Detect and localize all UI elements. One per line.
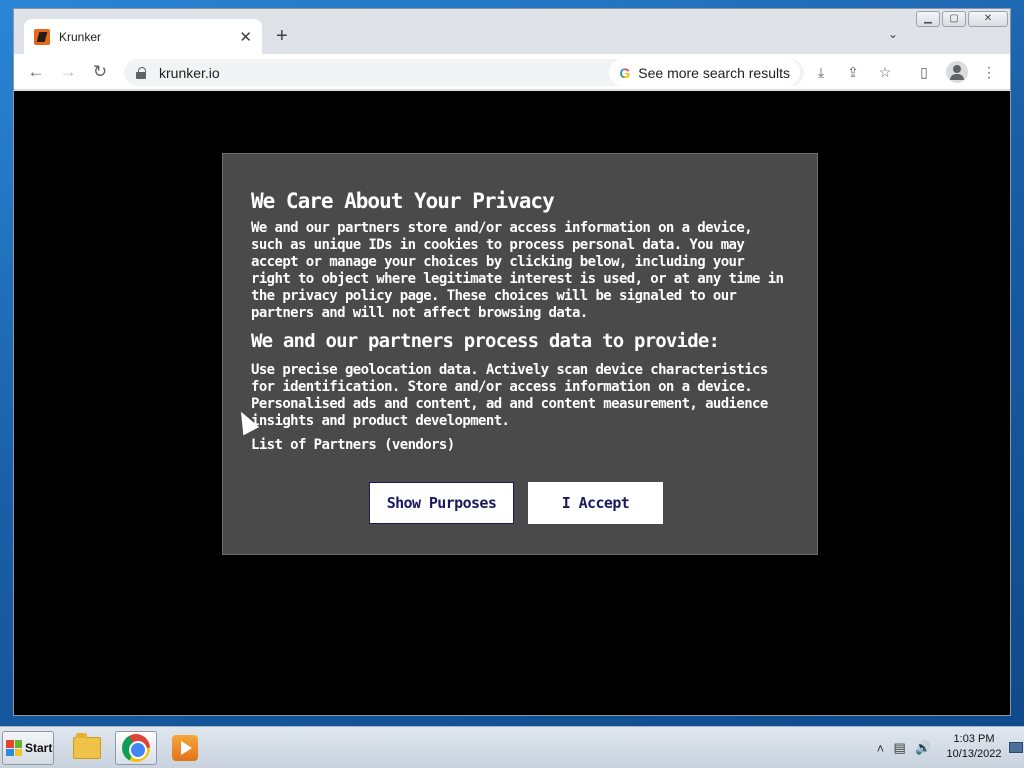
volume-icon[interactable]: 🔊 (915, 740, 931, 756)
tab-title: Krunker (59, 29, 102, 44)
forward-button[interactable]: → (57, 61, 79, 83)
lock-icon[interactable] (136, 66, 146, 79)
install-app-icon[interactable]: ⤓ (811, 62, 831, 82)
menu-kebab-icon[interactable]: ⋮ (979, 62, 999, 82)
folder-icon (73, 733, 101, 759)
url-text[interactable]: krunker.io (159, 65, 609, 81)
consent-subtitle: We and our partners process data to prov… (251, 330, 720, 352)
reload-button[interactable]: ↻ (89, 61, 111, 83)
start-label: Start (25, 741, 53, 755)
start-button[interactable]: Start (2, 731, 54, 765)
back-button[interactable]: ← (25, 61, 47, 83)
clock-date: 10/13/2022 (946, 748, 1002, 760)
media-player-icon (172, 735, 198, 761)
consent-body: We and our partners store and/or access … (251, 220, 784, 321)
maximize-button[interactable]: ▢ (942, 11, 966, 27)
browser-toolbar: ← → ↻ krunker.io G See more search resul… (14, 54, 1010, 90)
tray-expand-chevron-icon[interactable]: ˄ (877, 741, 885, 756)
consent-purposes-text: Use precise geolocation data. Actively s… (251, 362, 768, 429)
profile-avatar-icon[interactable] (946, 61, 968, 83)
accept-button[interactable]: I Accept (528, 482, 663, 524)
search-chip-label: See more search results (638, 64, 790, 81)
new-tab-button[interactable]: + (276, 25, 288, 48)
page-viewport: We Care About Your Privacy We and our pa… (14, 91, 1010, 715)
taskbar-explorer[interactable] (66, 731, 108, 765)
taskbar: Start ˄ ▤ 🔊 1:03 PM 10/13/2022 (0, 726, 1024, 768)
show-desktop-button[interactable] (1008, 731, 1023, 765)
system-tray: ˄ ▤ 🔊 (872, 731, 936, 765)
google-icon: G (619, 64, 631, 81)
krunker-favicon-icon (34, 28, 50, 45)
minimize-button[interactable]: ▁ (916, 11, 940, 27)
tab-close-icon[interactable]: ✕ (239, 28, 252, 46)
consent-title: We Care About Your Privacy (251, 189, 555, 213)
tab-strip: Krunker ✕ + ⌄ ▁ ▢ ✕ (14, 9, 1010, 54)
browser-window: Krunker ✕ + ⌄ ▁ ▢ ✕ ← → ↻ krunker.io G S… (13, 8, 1011, 716)
taskbar-media-player[interactable] (164, 731, 206, 765)
consent-buttons: Show Purposes I Accept (223, 482, 817, 524)
privacy-consent-dialog: We Care About Your Privacy We and our pa… (222, 153, 818, 555)
side-panel-icon[interactable]: ▯ (914, 62, 934, 82)
clock-time: 1:03 PM (953, 733, 995, 745)
clock[interactable]: 1:03 PM 10/13/2022 (940, 732, 1008, 762)
tab-krunker[interactable]: Krunker ✕ (24, 19, 262, 54)
share-icon[interactable]: ⇪ (843, 62, 863, 82)
chrome-icon (122, 734, 150, 762)
windows-logo-icon (6, 740, 22, 756)
tab-search-chevron-icon[interactable]: ⌄ (888, 27, 898, 41)
network-icon[interactable]: ▤ (894, 740, 906, 756)
close-window-button[interactable]: ✕ (968, 11, 1008, 27)
search-results-chip[interactable]: G See more search results (609, 59, 800, 86)
address-bar[interactable]: krunker.io G See more search results (124, 59, 804, 86)
window-controls: ▁ ▢ ✕ (916, 11, 1008, 27)
show-purposes-button[interactable]: Show Purposes (369, 482, 514, 524)
taskbar-chrome[interactable] (115, 731, 157, 765)
partners-list-link[interactable]: List of Partners (vendors) (251, 437, 789, 454)
bookmark-star-icon[interactable]: ☆ (875, 62, 895, 82)
